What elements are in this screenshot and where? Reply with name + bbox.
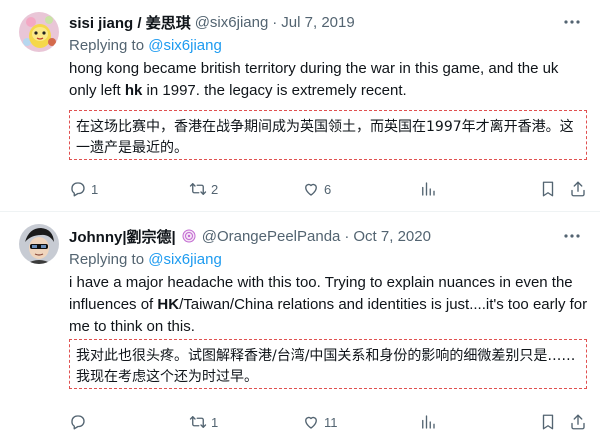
retweet-button[interactable]: 1 — [189, 412, 218, 432]
avatar[interactable] — [19, 224, 59, 264]
share-icon — [571, 181, 585, 197]
views-icon — [422, 415, 435, 429]
retweet-icon — [189, 183, 207, 195]
like-icon — [305, 183, 317, 196]
user-handle[interactable]: @six6jiang — [195, 14, 269, 31]
reply-icon — [71, 182, 85, 197]
replying-to-label: Replying to — [69, 251, 149, 268]
retweet-icon — [189, 416, 207, 428]
tweet-date[interactable]: Jul 7, 2019 — [281, 14, 354, 31]
more-icon[interactable] — [562, 12, 582, 32]
bookmark-icon — [542, 181, 554, 197]
share-icon — [571, 414, 585, 430]
tweet-text-highlight: hk — [124, 82, 143, 99]
reply-count: 1 — [91, 181, 99, 197]
like-icon — [305, 416, 317, 429]
display-name[interactable]: Johnny|劉宗德| — [69, 226, 176, 247]
display-name[interactable]: sisi jiang / 姜思琪 — [69, 12, 191, 33]
tweet-header: sisi jiang / 姜思琪 @six6jiang · Jul 7, 201… — [69, 12, 355, 32]
replying-to-mention[interactable]: @six6jiang — [148, 37, 222, 54]
like-count: 6 — [324, 181, 332, 197]
share-button[interactable] — [569, 179, 587, 199]
like-button[interactable]: 6 — [302, 179, 331, 199]
reply-button[interactable]: 1 — [69, 179, 98, 199]
retweet-button[interactable]: 2 — [189, 179, 218, 199]
more-icon[interactable] — [562, 226, 582, 246]
translation-box: 我对此也很头疼。试图解释香港/台湾/中国关系和身份的影响的细微差别只是……我现在… — [69, 339, 587, 389]
tweet[interactable]: Johnny|劉宗德| @OrangePeelPanda · Oct 7, 20… — [0, 213, 600, 443]
bookmark-button[interactable] — [539, 179, 557, 199]
replying-to-label: Replying to — [69, 37, 149, 54]
tweet-date[interactable]: Oct 7, 2020 — [353, 228, 431, 245]
reply-icon — [71, 415, 85, 430]
tweet-text-part: in 1997. the legacy is extremely recent. — [142, 82, 407, 99]
like-button[interactable]: 11 — [302, 412, 338, 432]
replying-to: Replying to @six6jiang — [69, 251, 222, 268]
tweet[interactable]: sisi jiang / 姜思琪 @six6jiang · Jul 7, 201… — [0, 0, 600, 212]
tweet-text: hong kong became british territory durin… — [69, 58, 589, 102]
like-count: 11 — [324, 414, 338, 430]
views-icon — [422, 182, 435, 196]
views-button[interactable] — [419, 412, 437, 432]
action-bar: 1 2 6 — [69, 179, 595, 199]
share-button[interactable] — [569, 412, 587, 432]
views-button[interactable] — [419, 179, 437, 199]
user-handle[interactable]: @OrangePeelPanda — [202, 228, 341, 245]
spiral-badge-icon — [182, 229, 196, 243]
retweet-count: 1 — [211, 414, 219, 430]
tweet-header: Johnny|劉宗德| @OrangePeelPanda · Oct 7, 20… — [69, 226, 431, 246]
reply-button[interactable] — [69, 412, 91, 432]
bookmark-button[interactable] — [539, 412, 557, 432]
tweet-text-highlight: HK — [157, 296, 180, 313]
replying-to: Replying to @six6jiang — [69, 37, 222, 54]
separator-dot: · — [272, 13, 278, 31]
bookmark-icon — [542, 414, 554, 430]
separator-dot: · — [344, 227, 350, 245]
translation-box: 在这场比赛中，香港在战争期间成为英国领土，而英国在1997年才离开香港。这一遗产… — [69, 110, 587, 160]
tweet-text: i have a major headache with this too. T… — [69, 272, 589, 338]
action-bar: 1 11 — [69, 412, 595, 432]
retweet-count: 2 — [211, 181, 219, 197]
replying-to-mention[interactable]: @six6jiang — [148, 251, 222, 268]
avatar[interactable] — [19, 12, 59, 52]
